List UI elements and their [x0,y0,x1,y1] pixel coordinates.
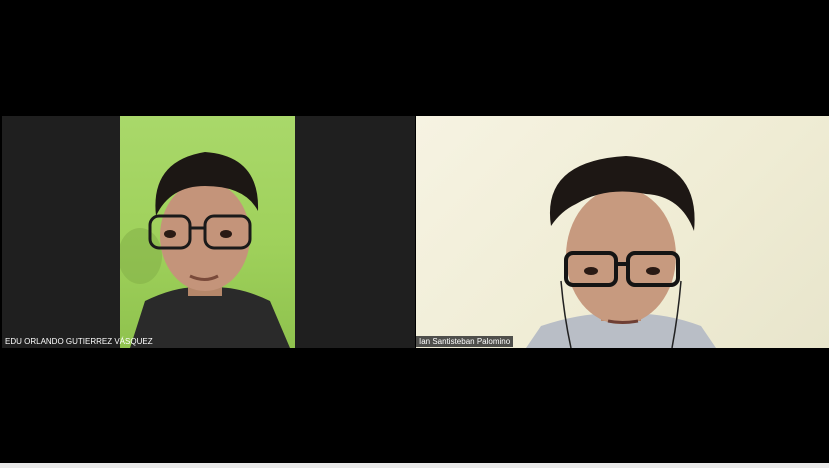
participant-name-1: EDU ORLANDO GUTIERREZ VÁSQUEZ [5,337,153,346]
participant-tile-1[interactable]: EDU ORLANDO GUTIERREZ VÁSQUEZ [2,116,415,348]
participant-1-silhouette [120,152,290,348]
participant-tile-2[interactable]: Ian Santisteban Palomino [416,116,829,348]
participant-video-2 [416,116,829,348]
participant-name-2: Ian Santisteban Palomino [416,336,514,347]
video-call-stage: EDU ORLANDO GUTIERREZ VÁSQUEZ Ian Santis… [0,0,829,468]
participant-video-1 [120,116,295,348]
participant-2-silhouette [526,156,716,348]
bottom-edge-strip [0,463,829,468]
